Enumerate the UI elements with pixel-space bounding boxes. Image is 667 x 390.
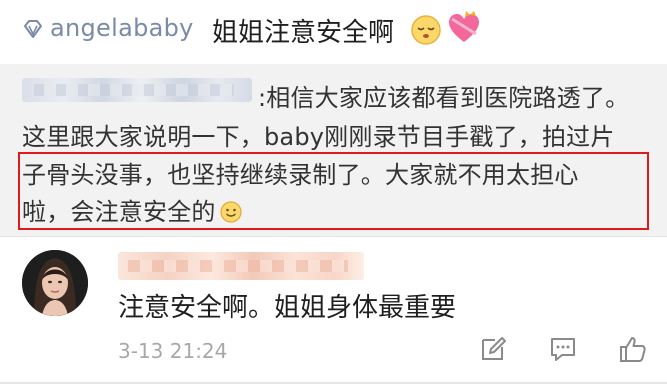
blurred-commenter-name: [118, 252, 364, 280]
bottom-divider: [0, 382, 667, 384]
divider: [0, 236, 667, 237]
quoted-comment-line-4-text: 啦，会注意安全的: [22, 198, 216, 226]
avatar-image: [22, 250, 88, 316]
quoted-comment-line-2: 这里跟大家说明一下，baby刚刚录节目手戳了，拍过片: [22, 123, 615, 151]
post-text: 姐姐注意安全啊: [212, 18, 395, 48]
like-icon[interactable]: [617, 334, 647, 364]
comment-text: 注意安全啊。姐姐身体最重要: [118, 293, 457, 323]
quoted-comment-line-1: :相信大家应该都看到医院路透了。: [258, 84, 630, 112]
post-author-name[interactable]: angelababy: [50, 14, 194, 42]
quoted-comment-line-3: 子骨头没事，也坚持继续录制了。大家就不用太担心: [22, 161, 579, 189]
blurred-author-name: [22, 78, 252, 102]
post-header: angelababy 姐姐注意安全啊: [0, 0, 667, 64]
sleepy-face-emoji-icon: [411, 15, 441, 45]
edit-icon[interactable]: [478, 334, 508, 364]
avatar[interactable]: [22, 250, 88, 316]
smile-face-emoji-icon: [220, 201, 242, 223]
vip-diamond-icon: [24, 20, 42, 38]
heart-with-ribbon-emoji-icon: [449, 11, 479, 42]
quoted-comment-line-4: 啦，会注意安全的: [22, 192, 242, 227]
comment-timestamp: 3-13 21:24: [118, 339, 228, 363]
comment-icon[interactable]: [548, 334, 578, 364]
quoted-comment[interactable]: :相信大家应该都看到医院路透了。 这里跟大家说明一下，baby刚刚录节目手戳了，…: [0, 64, 667, 236]
